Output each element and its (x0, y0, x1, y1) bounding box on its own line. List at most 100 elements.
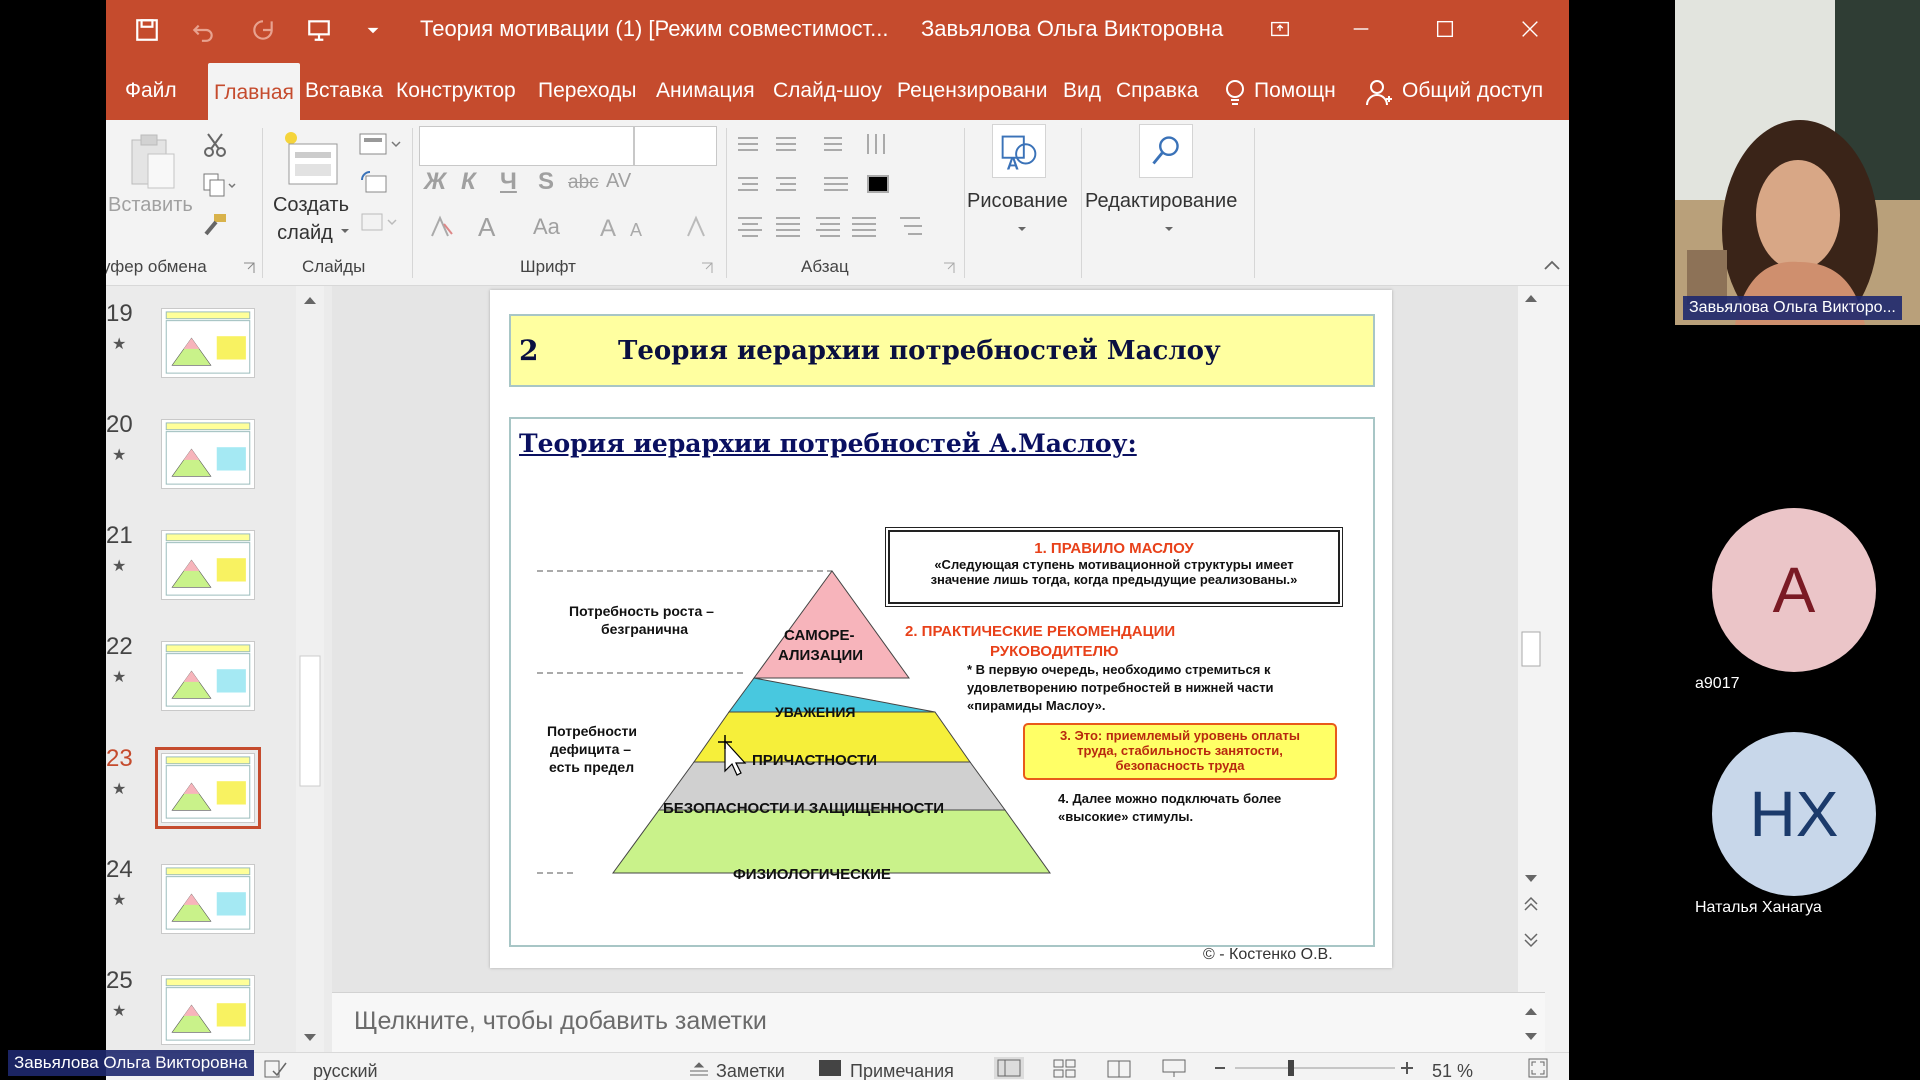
save-icon[interactable] (130, 13, 164, 47)
participant-avatar[interactable]: А (1712, 508, 1876, 672)
chevron-down-icon[interactable] (1017, 224, 1027, 234)
slide-thumbnail[interactable] (161, 308, 255, 378)
collapse-ribbon-icon[interactable] (1543, 258, 1561, 272)
layout-icon[interactable] (358, 132, 402, 158)
clipboard-launcher-icon[interactable] (243, 262, 255, 274)
shapes-icon[interactable]: A (992, 124, 1046, 178)
font-color-button[interactable]: A (478, 212, 495, 243)
deficit-need-label-3: есть предел (549, 759, 635, 775)
notes-scroll-arrows-icon[interactable] (1518, 999, 1545, 1047)
reading-view-icon[interactable] (1104, 1057, 1134, 1079)
tab-tell-me[interactable]: Помощн (1254, 79, 1336, 111)
tab-help[interactable]: Справка (1116, 79, 1198, 111)
font-family-combo[interactable] (419, 126, 634, 166)
paragraph-tools-icons[interactable] (732, 130, 952, 250)
ribbon-tabs: Файл Главная Вставка Конструктор Переход… (106, 59, 1569, 120)
reset-slide-icon[interactable] (358, 170, 388, 196)
undo-icon[interactable] (186, 13, 220, 47)
ribbon-separator (412, 128, 413, 278)
italic-button[interactable]: К (461, 168, 476, 196)
language-indicator[interactable]: русский (313, 1061, 378, 1080)
zoom-level[interactable]: 51 % (1432, 1061, 1473, 1080)
underline-button[interactable]: Ч (500, 168, 517, 196)
presenter-video-image (1675, 0, 1920, 325)
comments-toggle[interactable]: Примечания (850, 1061, 954, 1080)
notes-placeholder[interactable]: Щелкните, чтобы добавить заметки (354, 1007, 767, 1036)
comments-icon[interactable] (818, 1059, 842, 1077)
rule3-text-1: 3. Это: приемлемый уровень оплаты (1060, 728, 1300, 743)
slide-content-box[interactable]: Теория иерархии потребностей А.Маслоу: П… (509, 417, 1375, 947)
close-icon[interactable] (1505, 10, 1555, 48)
rule2-text-1: * В первую очередь, необходимо стремитьс… (967, 662, 1271, 677)
minimize-icon[interactable] (1336, 10, 1386, 48)
clear-formatting-icon[interactable] (426, 212, 456, 242)
tab-insert[interactable]: Вставка (305, 79, 383, 111)
editing-button[interactable]: Редактирование (1085, 190, 1237, 213)
zoom-slider[interactable] (1213, 1057, 1423, 1079)
account-name[interactable]: Завьялова Ольга Викторовна (921, 16, 1223, 42)
tab-review[interactable]: Рецензировани (897, 79, 1047, 111)
notes-icon[interactable] (688, 1061, 710, 1077)
find-search-icon[interactable] (1139, 124, 1193, 178)
new-slide-label-2[interactable]: слайд (272, 222, 338, 245)
start-slideshow-icon[interactable] (302, 13, 336, 47)
bold-button[interactable]: Ж (424, 168, 446, 196)
slide-thumbnail[interactable] (161, 641, 255, 711)
cut-icon[interactable] (202, 132, 228, 158)
font-size-grow-shrink-icon[interactable]: AA (598, 212, 658, 242)
customize-qat-icon[interactable] (356, 13, 390, 47)
participant-avatar[interactable]: НХ (1712, 732, 1876, 896)
normal-view-icon[interactable] (994, 1057, 1024, 1079)
thumbnail-number: 21 (106, 522, 133, 549)
redo-icon[interactable] (246, 13, 280, 47)
presenter-video-tile[interactable]: Завьялова Ольга Викторо... (1675, 0, 1920, 325)
chevron-down-icon[interactable] (1164, 224, 1174, 234)
paste-icon[interactable] (124, 132, 178, 192)
tab-animations[interactable]: Анимация (656, 79, 755, 111)
paste-button[interactable]: Вставить (108, 194, 193, 217)
rule4-text-1: 4. Далее можно подключать более (1058, 791, 1282, 806)
slide-thumbnail[interactable] (155, 747, 261, 829)
current-slide[interactable]: 2 Теория иерархии потребностей Маслоу Те… (490, 290, 1392, 968)
format-painter-icon[interactable] (202, 212, 228, 238)
spellcheck-icon[interactable] (263, 1059, 289, 1079)
font-launcher-icon[interactable] (701, 262, 713, 274)
slide-thumbnail[interactable] (161, 975, 255, 1045)
slide-thumbnail[interactable] (161, 530, 255, 600)
change-case-button[interactable]: Aa (533, 214, 560, 240)
thumbnail-scrollbar[interactable] (296, 286, 324, 1052)
ribbon-display-icon[interactable] (1255, 10, 1305, 48)
ribbon-separator (726, 128, 727, 278)
copy-icon[interactable] (202, 172, 236, 198)
slide-sorter-icon[interactable] (1049, 1057, 1079, 1079)
tab-design[interactable]: Конструктор (396, 79, 516, 111)
chevron-down-icon[interactable] (340, 226, 350, 236)
drawing-button[interactable]: Рисование (967, 190, 1068, 213)
tab-view[interactable]: Вид (1063, 79, 1101, 111)
section-icon[interactable] (358, 210, 398, 236)
slide-thumbnail[interactable] (161, 419, 255, 489)
strikethrough-button[interactable]: abc (568, 172, 599, 194)
new-slide-label-1[interactable]: Создать (268, 194, 354, 217)
slide-scrollbar[interactable] (1518, 286, 1545, 992)
tab-share[interactable]: Общий доступ (1402, 79, 1543, 111)
notes-pane[interactable]: Щелкните, чтобы добавить заметки (332, 992, 1545, 1052)
slide-title-box[interactable]: 2 Теория иерархии потребностей Маслоу (509, 314, 1375, 387)
slide-thumbnail[interactable] (161, 864, 255, 934)
highlight-icon[interactable] (682, 212, 712, 242)
tab-file[interactable]: Файл (125, 79, 177, 111)
font-size-combo[interactable] (634, 126, 717, 166)
new-slide-icon[interactable] (281, 130, 341, 192)
paragraph-launcher-icon[interactable] (943, 262, 955, 274)
text-shadow-button[interactable]: S (538, 168, 554, 196)
maximize-icon[interactable] (1420, 10, 1470, 48)
character-spacing-button[interactable]: AV (606, 170, 631, 193)
tab-transitions[interactable]: Переходы (538, 79, 637, 111)
status-bar: русский Заметки Примечания 51 % (106, 1052, 1569, 1080)
slideshow-view-icon[interactable] (1159, 1057, 1189, 1079)
notes-toggle[interactable]: Заметки (716, 1061, 785, 1080)
tab-home[interactable]: Главная (208, 63, 300, 120)
fit-to-window-icon[interactable] (1527, 1057, 1549, 1079)
powerpoint-window: Теория мотивации (1) [Режим совместимост… (106, 0, 1569, 1080)
tab-slideshow[interactable]: Слайд-шоу (773, 79, 882, 111)
